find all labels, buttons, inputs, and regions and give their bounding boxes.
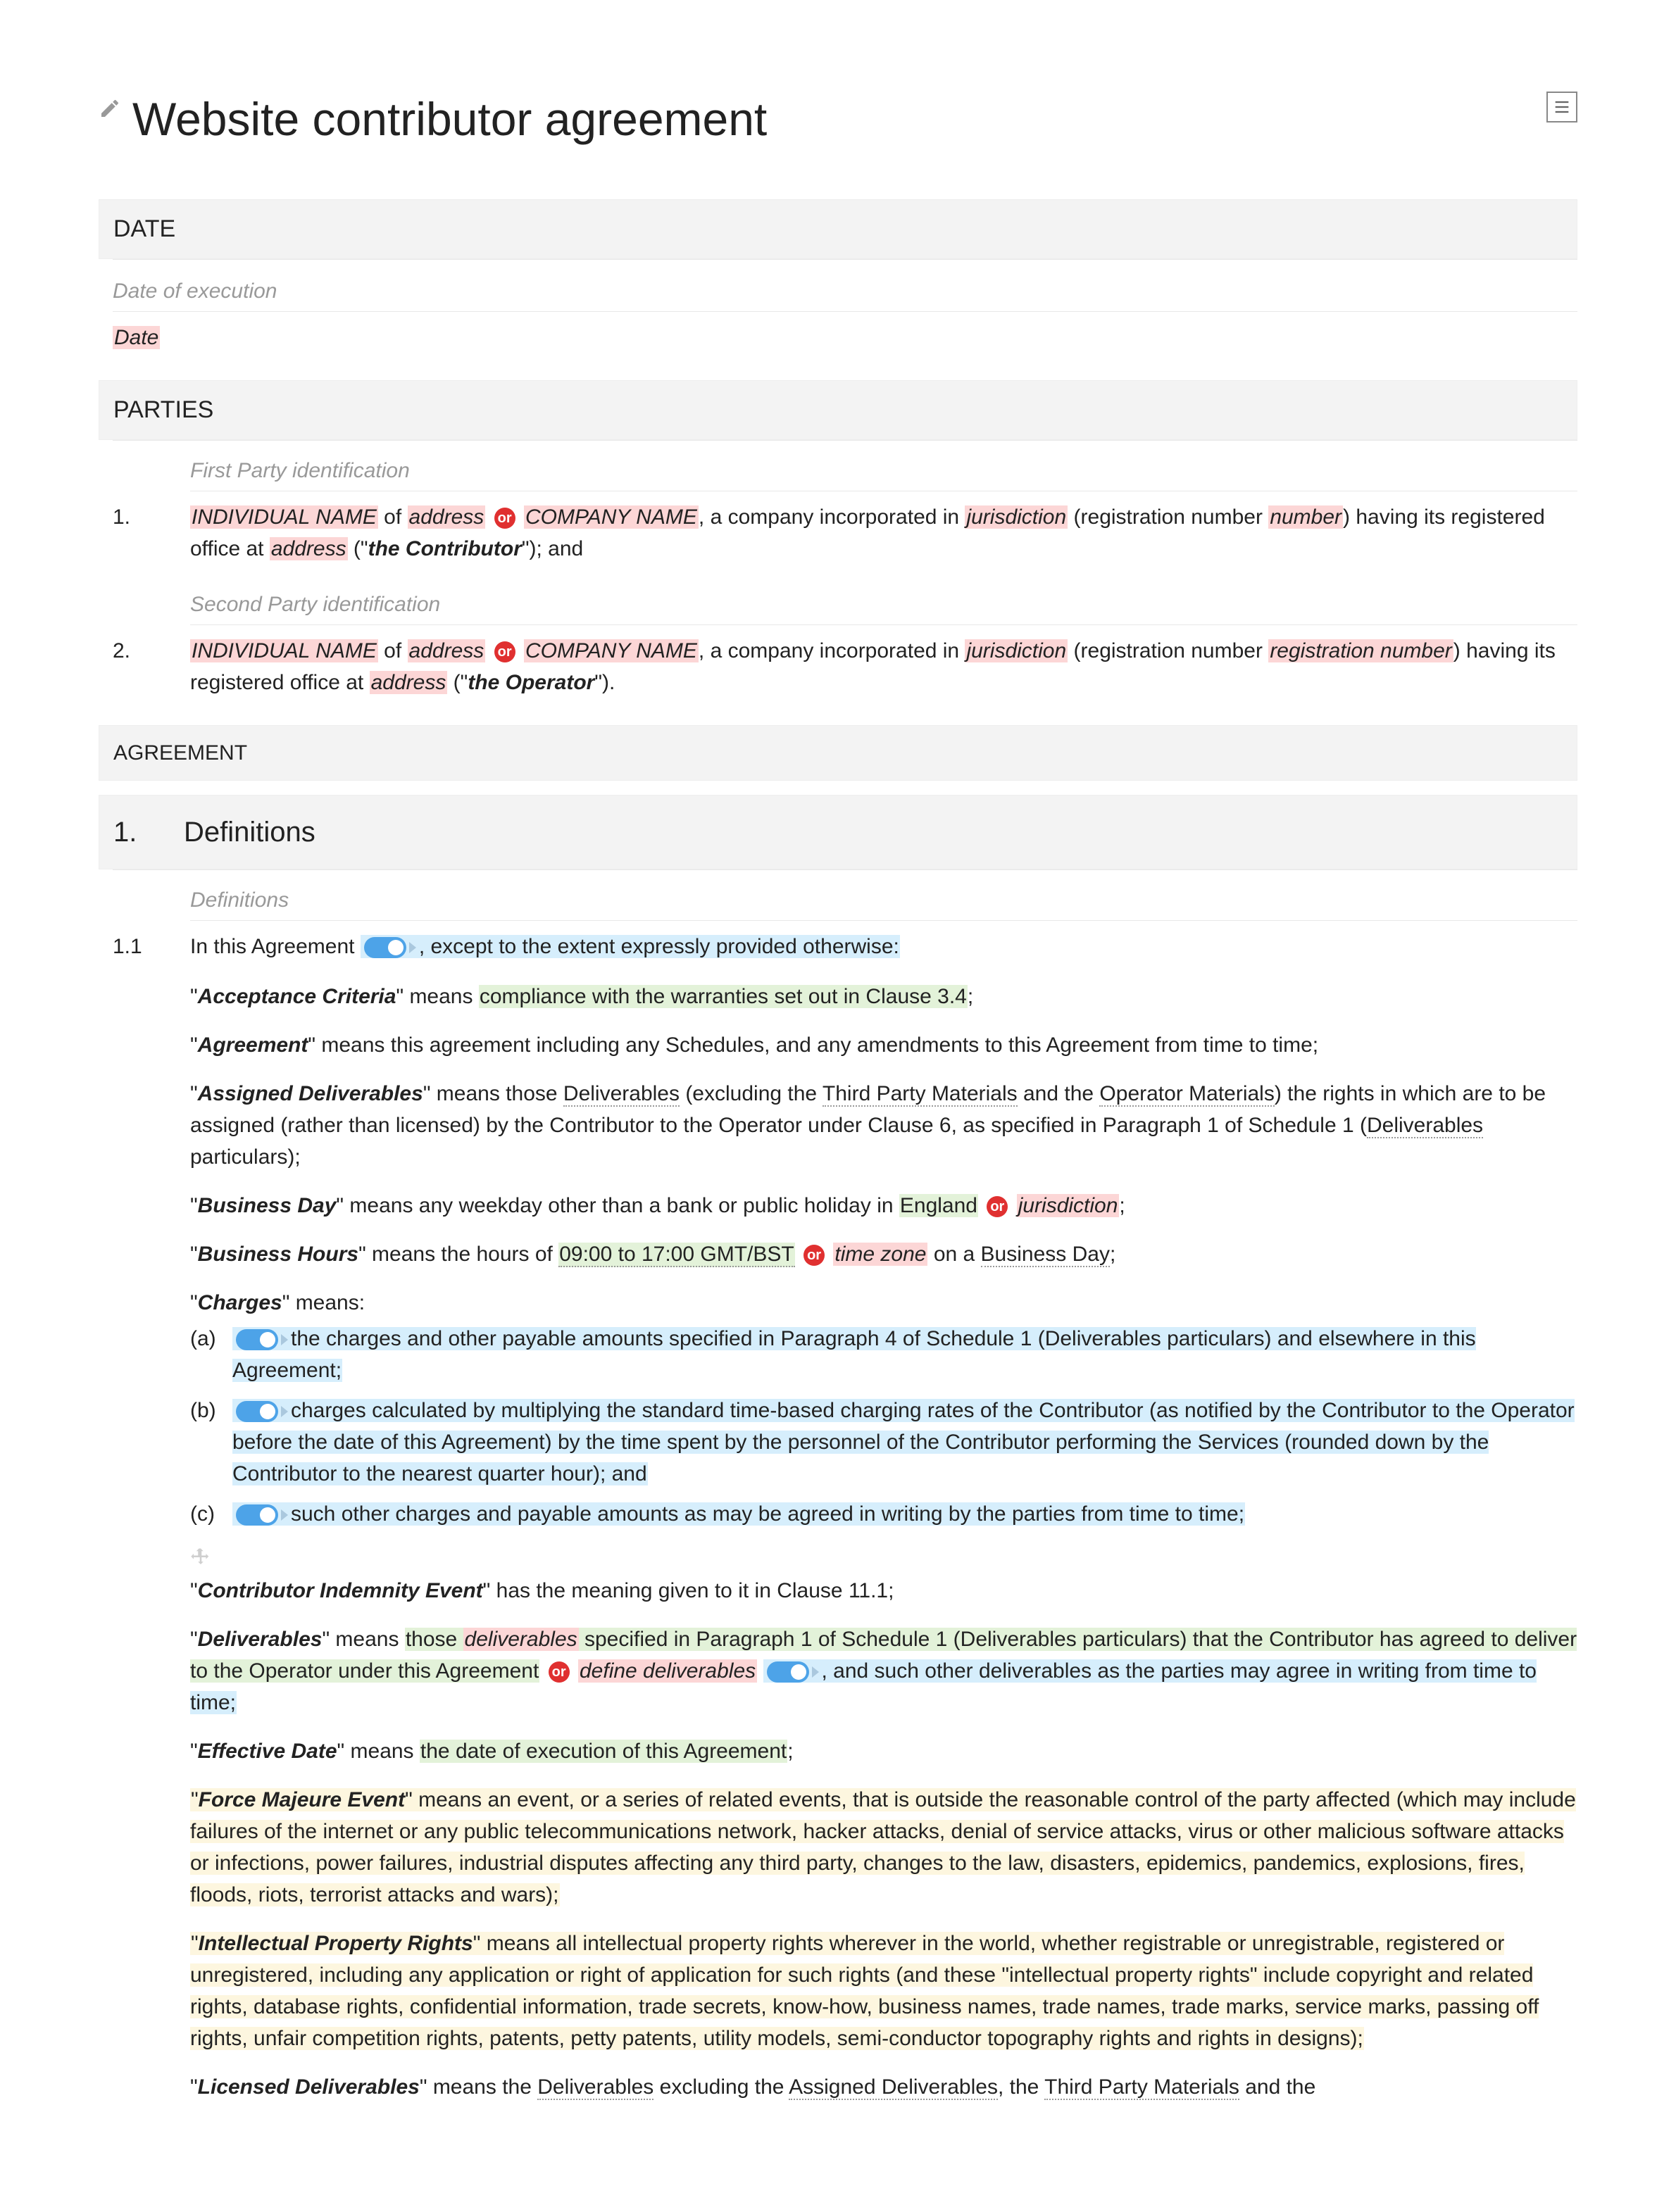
toggle-icon[interactable] [236,1504,278,1526]
p2-reg-address[interactable]: address [370,671,448,694]
page-title: Website contributor agreement [132,84,767,154]
definitions-header: 1. Definitions [99,795,1577,869]
party1-marker: 1. [99,501,190,533]
caret-right-icon [281,1509,288,1521]
del-define[interactable]: define deliverables [578,1659,757,1683]
p1-address[interactable]: address [408,505,486,529]
date-placeholder[interactable]: Date [113,326,160,349]
clause-1-1-marker: 1.1 [99,931,190,962]
toggle-icon[interactable] [767,1661,809,1683]
def-acceptance-criteria: "Acceptance Criteria" means compliance w… [190,972,1577,1021]
toggle-icon[interactable] [364,937,406,958]
party2-subtitle: Second Party identification [190,574,1577,625]
edit-icon[interactable] [99,97,121,120]
p1-role: the Contributor [368,537,522,560]
date-value-row: Date [99,312,1577,363]
p1-jurisdiction[interactable]: jurisdiction [965,505,1068,529]
agreement-section-header: AGREEMENT [99,725,1577,781]
or-badge[interactable]: or [494,641,515,662]
def-effective-date: "Effective Date" means the date of execu… [190,1727,1577,1776]
def-charges: "Charges" means: (a) the charges and oth… [190,1278,1577,1542]
drag-handle-icon[interactable] [190,1545,211,1566]
party2-row: 2. INDIVIDUAL NAME of address or COMPANY… [99,625,1577,708]
def-contributor-indemnity-event: "Contributor Indemnity Event" has the me… [190,1566,1577,1615]
p2-individual-name[interactable]: INDIVIDUAL NAME [190,639,378,662]
del-deliverables[interactable]: deliverables [463,1628,579,1651]
date-section-header: DATE [99,199,1577,259]
charges-a: (a) the charges and other payable amount… [190,1319,1577,1390]
caret-right-icon [812,1666,819,1678]
or-badge[interactable]: or [987,1196,1008,1217]
toggle-icon[interactable] [236,1329,278,1350]
or-badge[interactable]: or [803,1245,825,1266]
clause-1-1: 1.1 In this Agreement , except to the ex… [99,921,1577,972]
bd-jurisdiction[interactable]: jurisdiction [1017,1194,1120,1217]
toggle-icon[interactable] [236,1401,278,1422]
bh-timezone[interactable]: time zone [833,1243,927,1266]
def-ipr: "Intellectual Property Rights" means all… [190,1919,1577,2063]
def-licensed-deliverables: "Licensed Deliverables" means the Delive… [190,2063,1577,2111]
def-business-day: "Business Day" means any weekday other t… [190,1181,1577,1230]
p1-individual-name[interactable]: INDIVIDUAL NAME [190,505,378,529]
caret-right-icon [281,1334,288,1345]
charges-b: (b) charges calculated by multiplying th… [190,1390,1577,1494]
p1-company-name[interactable]: COMPANY NAME [524,505,699,529]
caret-right-icon [409,942,416,953]
charges-c: (c) such other charges and payable amoun… [190,1494,1577,1534]
def-agreement: "Agreement" means this agreement includi… [190,1021,1577,1069]
definitions-subtitle: Definitions [190,870,1577,921]
def-business-hours: "Business Hours" means the hours of 09:0… [190,1230,1577,1278]
party1-subtitle: First Party identification [190,441,1577,491]
party2-marker: 2. [99,635,190,667]
definitions-number: 1. [113,811,184,853]
p1-reg-address[interactable]: address [270,537,348,560]
def-force-majeure: "Force Majeure Event" means an event, or… [190,1776,1577,1919]
parties-section-header: PARTIES [99,380,1577,440]
p2-jurisdiction[interactable]: jurisdiction [965,639,1068,662]
definitions-title: Definitions [184,811,315,853]
or-badge[interactable]: or [494,508,515,529]
or-badge[interactable]: or [549,1661,570,1683]
party1-row: 1. INDIVIDUAL NAME of address or COMPANY… [99,491,1577,574]
def-assigned-deliverables: "Assigned Deliverables" means those Deli… [190,1069,1577,1181]
title-bar: Website contributor agreement [99,84,1577,182]
p2-address[interactable]: address [408,639,486,662]
def-deliverables: "Deliverables" means those deliverables … [190,1615,1577,1727]
p1-reg-number[interactable]: number [1268,505,1343,529]
p2-company-name[interactable]: COMPANY NAME [524,639,699,662]
p2-reg-number[interactable]: registration number [1268,639,1453,662]
caret-right-icon [281,1406,288,1417]
toc-icon[interactable] [1546,92,1577,122]
p2-role: the Operator [468,671,594,694]
date-subtitle: Date of execution [113,260,1577,312]
